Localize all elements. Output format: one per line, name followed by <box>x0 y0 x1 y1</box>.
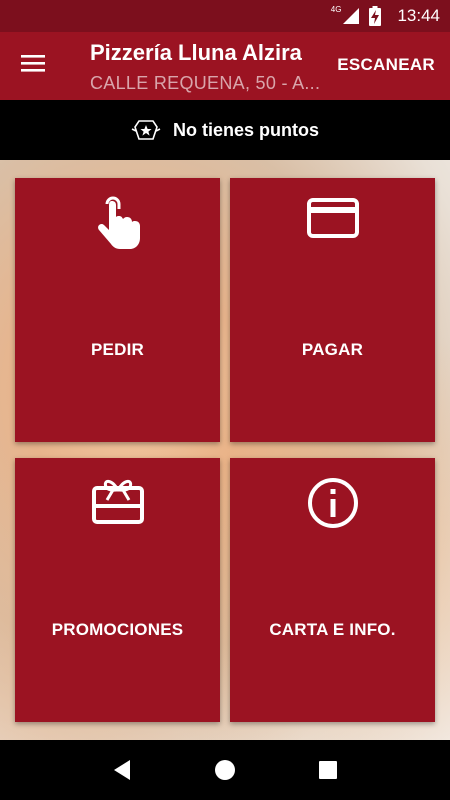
recents-icon <box>319 761 338 779</box>
order-tile-label: PEDIR <box>91 340 144 359</box>
back-icon <box>113 760 130 780</box>
order-tile[interactable]: PEDIR <box>15 178 220 442</box>
page-title: Pizzería Lluna Alzira <box>90 40 302 65</box>
points-text: No tienes puntos <box>172 119 319 140</box>
home-icon <box>214 760 235 780</box>
pay-tile[interactable]: PAGAR <box>230 178 435 442</box>
tile-icon-wrapper <box>15 476 220 526</box>
points-bar[interactable]: No tienes puntos <box>0 100 450 160</box>
hamburger-menu-icon <box>21 55 45 72</box>
points-badge-icon <box>131 120 161 140</box>
status-bar: 4G 13:44 <box>0 0 450 32</box>
gift-card-icon <box>91 479 144 524</box>
scan-button[interactable]: ESCANEAR <box>337 55 435 75</box>
pay-tile-label: PAGAR <box>301 340 364 359</box>
promotions-tile[interactable]: PROMOCIONES <box>15 458 220 722</box>
tile-icon-wrapper <box>230 196 435 240</box>
status-icons: 4G 13:44 <box>330 4 440 26</box>
credit-card-icon <box>306 198 359 238</box>
status-time: 13:44 <box>397 6 440 25</box>
info-circle-icon <box>307 478 358 528</box>
signal-icon <box>343 8 360 24</box>
battery-charging-icon <box>369 6 382 26</box>
tap-finger-icon <box>97 196 140 249</box>
system-nav-bar <box>0 740 450 800</box>
menu-info-tile-label: CARTA E INFO. <box>269 620 396 639</box>
back-button[interactable] <box>107 755 137 785</box>
page-subtitle: CALLE REQUENA, 50 - A... <box>90 73 321 93</box>
network-type: 4G <box>330 4 342 14</box>
main-content: PEDIR PAGAR PROMOCIONES CARTA E INFO. <box>0 160 450 740</box>
menu-info-tile[interactable]: CARTA E INFO. <box>230 458 435 722</box>
recents-button[interactable] <box>313 755 343 785</box>
tile-icon-wrapper <box>15 196 220 252</box>
app-bar: Pizzería Lluna Alzira CALLE REQUENA, 50 … <box>0 32 450 100</box>
home-button[interactable] <box>210 755 240 785</box>
tile-icon-wrapper <box>230 476 435 530</box>
menu-button[interactable] <box>20 52 50 80</box>
promotions-tile-label: PROMOCIONES <box>51 620 184 639</box>
